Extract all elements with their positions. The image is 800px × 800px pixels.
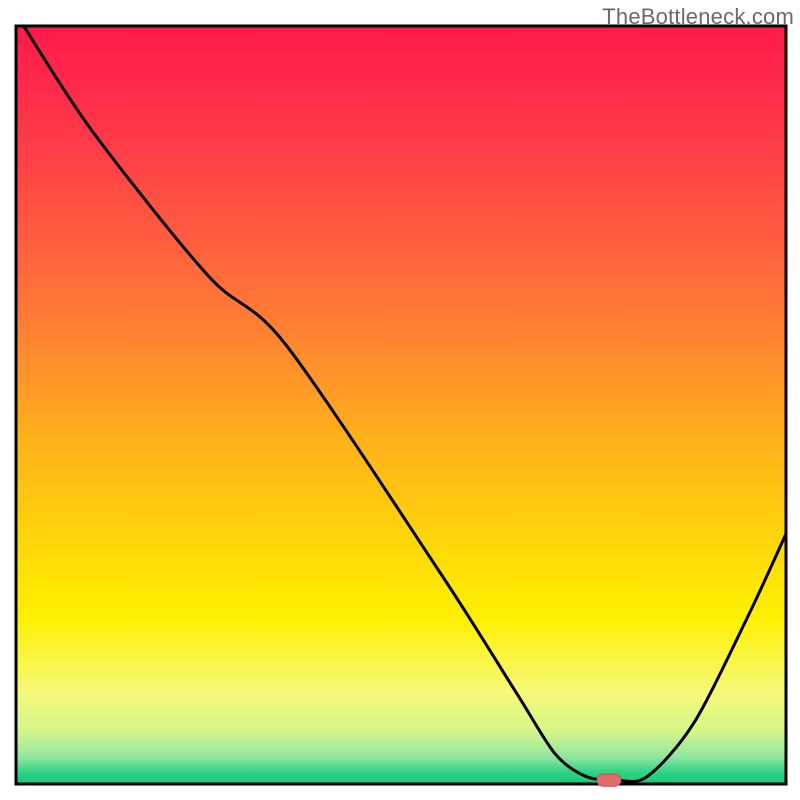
plot-background xyxy=(16,26,786,784)
chart-frame: TheBottleneck.com xyxy=(0,0,800,800)
marker-pill xyxy=(597,774,621,786)
bottleneck-chart xyxy=(0,0,800,800)
watermark-text: TheBottleneck.com xyxy=(602,4,794,30)
